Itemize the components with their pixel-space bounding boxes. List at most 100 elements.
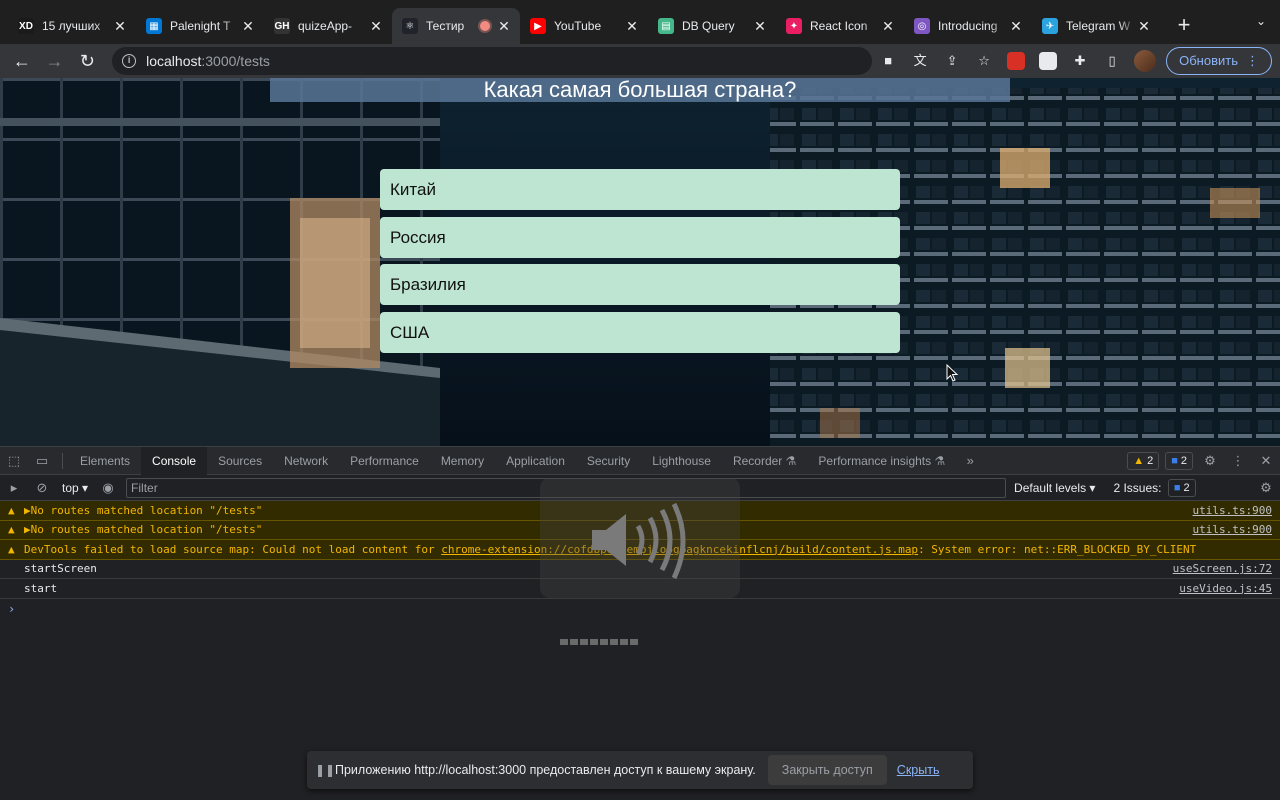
source-link[interactable]: utils.ts:900 <box>1193 520 1272 539</box>
devtools-tab[interactable]: Elements <box>69 447 141 475</box>
pause-grip-icon[interactable]: ❚❚ <box>315 763 335 777</box>
devtools-tab-bar: ⬚ ▭ Elements Console Sources Network Perform… <box>0 446 1280 475</box>
clear-console-icon[interactable]: ⊘ <box>28 480 56 496</box>
browser-tab[interactable]: ✦ React Icon ✕ <box>776 8 904 44</box>
share-icon[interactable]: ⇪ <box>939 48 965 74</box>
answer-option[interactable]: Бразилия <box>380 264 900 305</box>
warnings-badge[interactable]: ▲ 2 <box>1127 451 1160 470</box>
translate-icon[interactable]: 文 <box>907 48 933 74</box>
issues-button[interactable]: 2 Issues: ■ 2 <box>1113 478 1198 497</box>
source-link[interactable]: utils.ts:900 <box>1193 501 1272 520</box>
tab-close-icon[interactable]: ✕ <box>624 18 640 34</box>
tab-close-icon[interactable]: ✕ <box>368 18 384 34</box>
update-button[interactable]: Обновить ⋮ <box>1166 47 1272 75</box>
source-link[interactable]: useVideo.js:45 <box>1179 579 1272 598</box>
answer-option[interactable]: США <box>380 311 900 353</box>
kebab-menu-icon[interactable]: ⋮ <box>1224 453 1252 469</box>
profile-avatar[interactable] <box>1134 50 1157 72</box>
tab-close-icon[interactable]: ✕ <box>240 18 256 34</box>
devtools-tabs: Elements Console Sources Network Performance… <box>69 446 956 475</box>
back-arrow-icon[interactable]: ← <box>8 47 36 75</box>
tab-title: Telegram W <box>1066 19 1131 33</box>
tab-search-chevron-icon[interactable]: ⌄ <box>1256 14 1266 28</box>
camera-icon[interactable]: ■ <box>875 48 901 74</box>
tab-close-icon[interactable]: ✕ <box>1008 18 1024 34</box>
tab-close-icon[interactable]: ✕ <box>752 18 768 34</box>
more-tabs-icon[interactable]: » <box>956 453 984 468</box>
devtools-tab[interactable]: Recorder ⚗ <box>722 447 807 475</box>
message-text: DevTools failed to load source map: Coul… <box>24 542 442 556</box>
issues-badge: ■ 2 <box>1167 478 1196 497</box>
console-prompt[interactable]: › <box>0 599 1280 619</box>
browser-tab[interactable]: ✈ Telegram W ✕ <box>1032 8 1160 44</box>
device-toolbar-icon[interactable]: ▭ <box>28 453 56 469</box>
devtools-tab[interactable]: Application <box>495 447 576 475</box>
tab-favicon-icon: ▦ <box>146 18 162 34</box>
new-tab-button[interactable]: + <box>1170 12 1198 40</box>
extension-red-icon[interactable] <box>1003 48 1029 74</box>
puzzle-extensions-icon[interactable]: ✚ <box>1067 48 1093 74</box>
browser-tab[interactable]: ⚛ Тестир ✕ <box>392 8 520 44</box>
browser-tab[interactable]: ▦ Palenight T ✕ <box>136 8 264 44</box>
browser-tab[interactable]: GH quizeApp- ✕ <box>264 8 392 44</box>
hide-banner-link[interactable]: Скрыть <box>897 763 940 777</box>
url-path: :3000/tests <box>201 53 270 69</box>
issues-label: 2 Issues: <box>1113 480 1162 495</box>
recording-indicator-icon <box>480 21 490 31</box>
reload-icon[interactable]: ↻ <box>73 47 101 75</box>
tab-close-icon[interactable]: ✕ <box>112 18 128 34</box>
stop-sharing-button[interactable]: Закрыть доступ <box>767 755 887 785</box>
context-selector[interactable]: top ▾ <box>62 481 88 495</box>
tab-title: DB Query <box>682 19 735 33</box>
tab-close-icon[interactable]: ✕ <box>496 18 512 34</box>
source-link[interactable]: useScreen.js:72 <box>1173 559 1272 578</box>
divider <box>62 452 63 469</box>
devtools-tab[interactable]: Console <box>141 446 208 475</box>
devtools-tab[interactable]: Network <box>273 447 339 475</box>
volume-hud <box>540 478 740 598</box>
console-settings-gear-icon[interactable]: ⚙ <box>1252 480 1280 496</box>
extension-dark-icon[interactable] <box>1035 48 1061 74</box>
tab-favicon-icon: ▤ <box>658 18 674 34</box>
warning-icon: ▲ <box>8 542 15 556</box>
settings-gear-icon[interactable]: ⚙ <box>1196 453 1224 469</box>
devtools-tab[interactable]: Performance <box>339 447 430 475</box>
warnings-count: 2 <box>1147 454 1154 467</box>
devtools-tab[interactable]: Sources <box>207 447 273 475</box>
share-banner-text: Приложению http://localhost:3000 предост… <box>335 763 756 777</box>
close-devtools-icon[interactable]: ✕ <box>1252 453 1280 469</box>
devtools-tab[interactable]: Lighthouse <box>641 447 722 475</box>
devtools-tab[interactable]: Memory <box>430 447 495 475</box>
tab-close-icon[interactable]: ✕ <box>1136 18 1152 34</box>
messages-badge[interactable]: ■ 2 <box>1165 451 1193 470</box>
devtools-tab[interactable]: Performance insights ⚗ <box>807 447 956 475</box>
log-levels-dropdown[interactable]: Default levels ▾ <box>1014 481 1095 495</box>
address-bar[interactable]: i localhost:3000/tests <box>112 47 873 75</box>
tab-favicon-icon: ✦ <box>786 18 802 34</box>
forward-arrow-icon[interactable]: → <box>41 47 69 75</box>
levels-label: Default levels <box>1014 480 1087 495</box>
update-button-label: Обновить <box>1179 53 1238 68</box>
browser-tab[interactable]: ▶ YouTube ✕ <box>520 8 648 44</box>
side-panel-icon[interactable]: ▯ <box>1099 48 1125 74</box>
bookmark-star-icon[interactable]: ☆ <box>971 48 997 74</box>
inspect-element-icon[interactable]: ⬚ <box>0 453 28 469</box>
devtools-tab[interactable]: Security <box>576 447 641 475</box>
browser-tab[interactable]: ◎ Introducing ✕ <box>904 8 1032 44</box>
browser-tab[interactable]: XD 15 лучших ✕ <box>8 8 136 44</box>
browser-tab[interactable]: ▤ DB Query ✕ <box>648 8 776 44</box>
tab-close-icon[interactable]: ✕ <box>880 18 896 34</box>
volume-level-bar <box>560 632 720 645</box>
question-title: Какая самая большая страна? <box>270 78 1010 102</box>
mouse-cursor-icon <box>946 364 959 382</box>
tab-title: 15 лучших <box>42 19 101 33</box>
site-info-icon[interactable]: i <box>122 54 137 68</box>
live-expression-eye-icon[interactable]: ◉ <box>94 480 122 496</box>
browser-toolbar: ← → ↻ i localhost:3000/tests ■ 文 ⇪ ☆ ✚ ▯… <box>0 44 1280 78</box>
tab-favicon-icon: XD <box>18 18 34 34</box>
answer-option[interactable]: Россия <box>380 216 900 258</box>
tab-favicon-icon: ▶ <box>530 18 546 34</box>
sidebar-toggle-icon[interactable]: ▸ <box>0 480 28 496</box>
tab-title: quizeApp- <box>298 19 353 33</box>
answer-option[interactable]: Китай <box>380 169 900 210</box>
